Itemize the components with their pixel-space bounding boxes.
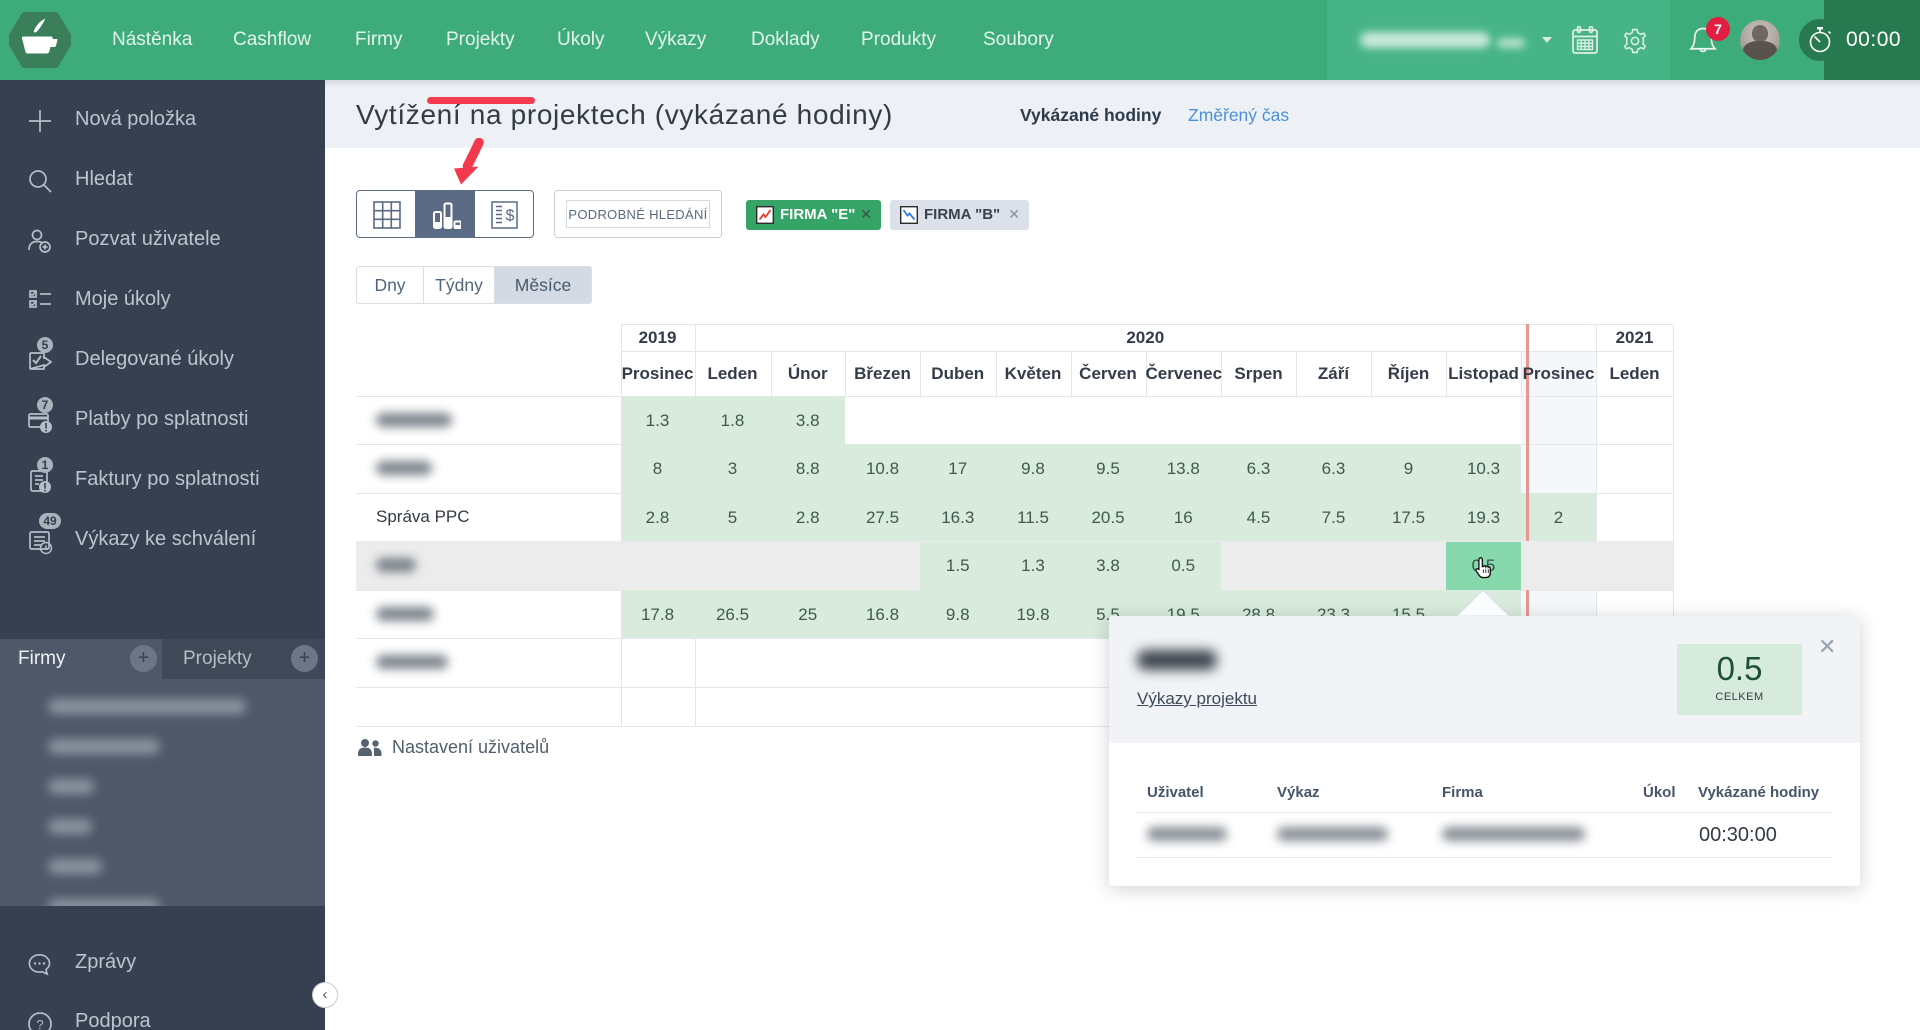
svg-text:!: !	[43, 481, 47, 495]
svg-text:!: !	[44, 421, 48, 435]
svg-text:$: $	[506, 208, 515, 225]
svg-text:?: ?	[36, 1017, 43, 1030]
